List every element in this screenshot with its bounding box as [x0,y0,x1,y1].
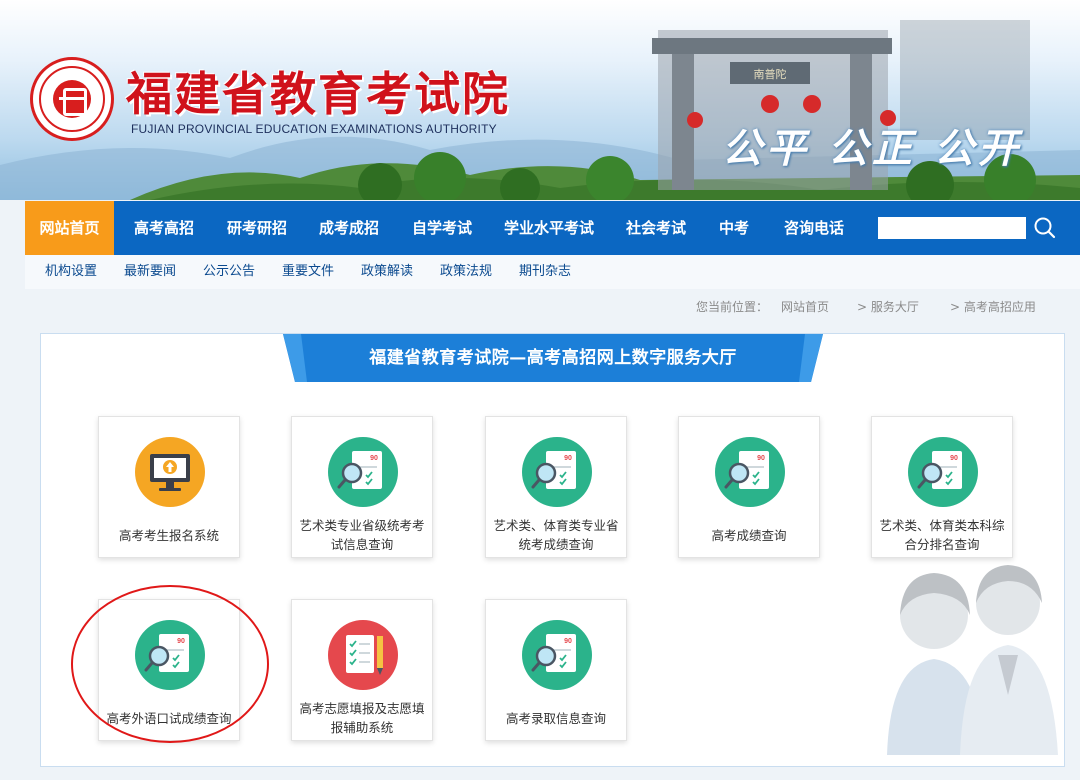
service-card-registration[interactable]: 高考考生报名系统 [98,416,240,558]
score-query-icon: 90 [328,437,398,507]
breadcrumb-service-hall[interactable]: > 服务大厅 [857,298,919,315]
breadcrumb-current[interactable]: > 高考高招应用 [950,298,1036,315]
subnav-item-policy-interpretation[interactable]: 政策解读 [361,255,413,289]
site-title-en: FUJIAN PROVINCIAL EDUCATION EXAMINATIONS… [131,122,497,136]
subnav-item-regulations[interactable]: 政策法规 [440,255,492,289]
score-query-icon: 90 [908,437,978,507]
nav-item-home[interactable]: 网站首页 [25,201,114,255]
subnav-item-documents[interactable]: 重要文件 [282,255,334,289]
logo-emblem[interactable] [30,57,114,141]
service-card-admission-info[interactable]: 90 高考录取信息查询 [485,599,627,741]
score-badge: 90 [950,455,958,462]
score-badge: 90 [564,638,572,645]
score-badge: 90 [564,455,572,462]
search-input[interactable] [878,217,1026,239]
score-query-icon: 90 [135,620,205,690]
breadcrumb-prefix: 您当前位置： [696,300,769,314]
score-query-icon: 90 [522,620,592,690]
service-card-label: 艺术类、体育类专业省统考成绩查询 [493,518,619,552]
gate-plaque-text: 南普陀 [754,67,787,81]
panel-title: 福建省教育考试院—高考高招网上数字服务大厅 [369,348,737,368]
upload-computer-icon [135,437,205,507]
service-card-art-exam-info[interactable]: 90 艺术类专业省级统考考试信息查询 [291,416,433,558]
service-card-oral-exam-scores[interactable]: 90 高考外语口试成绩查询 [98,599,240,741]
nav-item-shehui[interactable]: 社会考试 [612,201,700,255]
service-card-volunteer-filling[interactable]: 高考志愿填报及志愿填报辅助系统 [291,599,433,741]
score-query-icon: 90 [715,437,785,507]
nav-item-gaokao[interactable]: 高考高招 [119,201,209,255]
search-icon[interactable] [1030,213,1060,243]
nav-item-xueye[interactable]: 学业水平考试 [493,201,605,255]
nav-item-hotline[interactable]: 咨询电话 [770,201,858,255]
subnav-item-notices[interactable]: 公示公告 [203,255,255,289]
main-nav: 网站首页 高考高招 研考研招 成考成招 自学考试 学业水平考试 社会考试 中考 … [25,201,1080,255]
header-banner: 南普陀 福建省教育考试院 FUJIAN PROVINCIAL EDUCATION… [0,0,1080,200]
nav-item-zixue[interactable]: 自学考试 [397,201,487,255]
service-card-art-sports-scores[interactable]: 90 艺术类、体育类专业省统考成绩查询 [485,416,627,558]
service-card-art-sports-ranking[interactable]: 90 艺术类、体育类本科综合分排名查询 [871,416,1013,558]
site-title[interactable]: 福建省教育考试院 [126,58,510,124]
subnav-item-journals[interactable]: 期刊杂志 [519,255,571,289]
form-pencil-icon [328,620,398,690]
subnav-item-news[interactable]: 最新要闻 [124,255,176,289]
service-card-label: 高考考生报名系统 [118,527,219,543]
score-badge: 90 [757,455,765,462]
sub-nav: 机构设置 最新要闻 公示公告 重要文件 政策解读 政策法规 期刊杂志 [25,255,1080,289]
service-card-label: 艺术类、体育类本科综合分排名查询 [879,518,1005,552]
nav-item-chengkao[interactable]: 成考成招 [304,201,394,255]
service-card-label: 高考成绩查询 [711,527,787,543]
customer-service-illustration [887,565,1058,755]
service-card-label: 高考外语口试成绩查询 [106,710,232,726]
service-card-label: 高考录取信息查询 [505,710,606,726]
slogan: 公平 公正 公开 [722,125,1022,172]
subnav-item-org[interactable]: 机构设置 [45,255,97,289]
service-card-label: 高考志愿填报及志愿填报辅助系统 [299,701,425,735]
nav-item-yankao[interactable]: 研考研招 [212,201,302,255]
service-card-gaokao-scores[interactable]: 90 高考成绩查询 [678,416,820,558]
breadcrumb-home[interactable]: 网站首页 [781,298,829,315]
nav-item-zhongkao[interactable]: 中考 [708,201,760,255]
score-query-icon: 90 [522,437,592,507]
score-badge: 90 [177,638,185,645]
score-badge: 90 [370,455,378,462]
service-card-label: 艺术类专业省级统考考试信息查询 [299,518,425,552]
